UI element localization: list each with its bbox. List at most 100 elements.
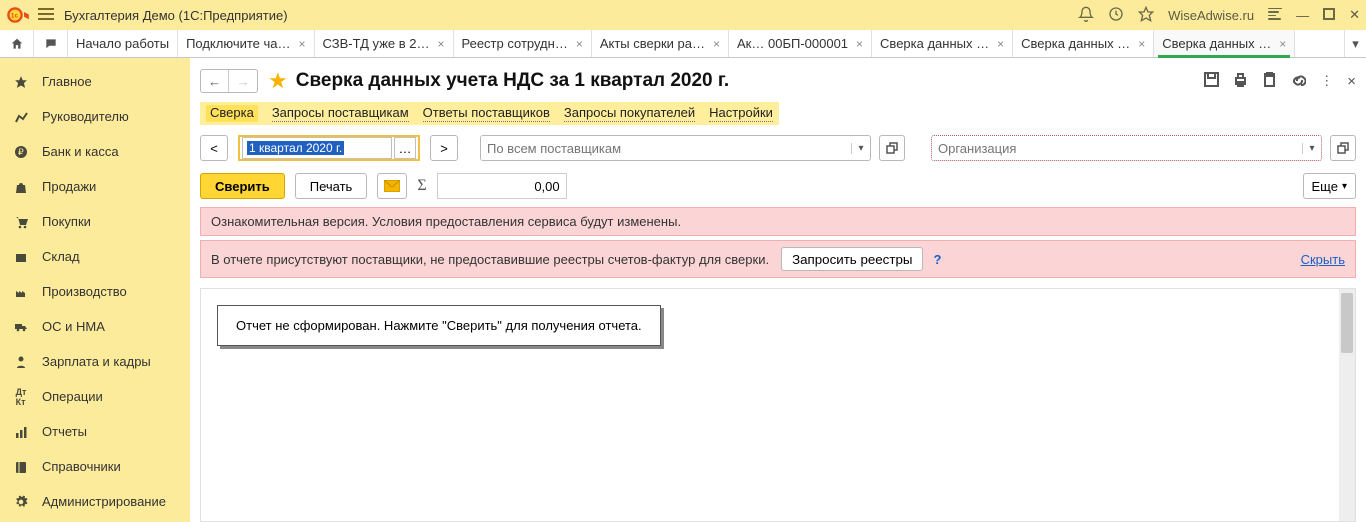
app-title: Бухгалтерия Демо (1С:Предприятие) [64,8,288,23]
supplier-dropdown-icon[interactable]: ▾ [851,143,870,154]
tab[interactable]: Сверка данных …× [1013,30,1154,57]
tab-close-icon[interactable]: × [713,37,720,51]
hide-link[interactable]: Скрыть [1301,252,1345,267]
tab[interactable]: Начало работы [68,30,178,57]
subtab[interactable]: Ответы поставщиков [423,105,550,122]
period-prev[interactable]: < [200,135,228,161]
subtab[interactable]: Сверка [206,105,258,122]
kebab-icon[interactable]: ⋮ [1320,73,1333,89]
report-message: Отчет не сформирован. Нажмите "Сверить" … [217,305,661,346]
panel-toggle-icon[interactable] [1268,6,1282,25]
tab[interactable]: СЗВ-ТД уже в 2…× [315,30,454,57]
org-open-button[interactable] [1330,135,1356,161]
sidebar-item-label: Главное [42,74,92,89]
sidebar-item-label: ОС и НМА [42,319,105,334]
subtab[interactable]: Запросы покупателей [564,105,695,122]
minimize-icon[interactable]: — [1296,8,1309,23]
sidebar-item-label: Операции [42,389,103,404]
tab[interactable]: Акты сверки ра…× [592,30,729,57]
sidebar-item[interactable]: Покупки [0,204,190,239]
period-next[interactable]: > [430,135,458,161]
tab-close-icon[interactable]: × [576,37,583,51]
sidebar-item[interactable]: Склад [0,239,190,274]
form-close-icon[interactable]: × [1347,73,1356,90]
bag-icon [12,180,30,194]
bars-icon [12,425,30,439]
cart-icon [12,215,30,229]
dtkt-icon: ДтКт [12,387,30,407]
sidebar-item[interactable]: Главное [0,64,190,99]
tab-close-icon[interactable]: × [997,37,1004,51]
sidebar-item[interactable]: Зарплата и кадры [0,344,190,379]
period-select-button[interactable]: … [394,137,416,159]
period-value: 1 квартал 2020 г. [247,141,344,155]
sidebar-item[interactable]: Руководителю [0,99,190,134]
sidebar-item[interactable]: Администрирование [0,484,190,519]
link-icon[interactable] [1291,72,1306,90]
form-title: Сверка данных учета НДС за 1 квартал 202… [296,70,729,92]
nav-forward: → [229,70,257,92]
sidebar-item-label: Справочники [42,459,121,474]
subtab[interactable]: Запросы поставщикам [272,105,409,122]
sidebar-item-label: Зарплата и кадры [42,354,151,369]
sidebar-item[interactable]: ДтКт Операции [0,379,190,414]
maximize-icon[interactable] [1323,8,1335,23]
mail-button[interactable] [377,173,407,199]
tabs-dropdown[interactable]: ▾ [1344,30,1366,57]
tab[interactable]: Ак… 00БП-000001× [729,30,872,57]
history-icon[interactable] [1108,6,1124,25]
tab-close-icon[interactable]: × [856,37,863,51]
info-banner-2: В отчете присутствуют поставщики, не пре… [200,240,1356,278]
tab-close-icon[interactable]: × [437,37,444,51]
tab[interactable]: Сверка данных …× [1154,30,1295,57]
tab[interactable]: Сверка данных …× [872,30,1013,57]
truck-icon [12,320,30,334]
book-icon [12,460,30,474]
sidebar-item-label: Банк и касса [42,144,119,159]
tab[interactable]: Подключите ча…× [178,30,314,57]
sidebar-item[interactable]: Производство [0,274,190,309]
help-icon[interactable]: ? [933,252,941,267]
ruble-icon: ₽ [12,145,30,159]
tab-close-icon[interactable]: × [1279,37,1286,51]
bell-icon[interactable] [1078,6,1094,25]
app-logo: 1c [6,5,30,25]
star-icon[interactable] [1138,6,1154,25]
discuss-tab[interactable] [34,30,68,57]
sidebar-item-label: Отчеты [42,424,87,439]
close-icon[interactable]: ✕ [1349,7,1360,23]
tab[interactable]: Реестр сотрудн…× [454,30,592,57]
period-field[interactable]: 1 квартал 2020 г. … [238,135,420,161]
more-button[interactable]: Еще▾ [1303,173,1356,199]
print-icon[interactable] [1233,72,1248,90]
org-combo[interactable] [932,136,1302,160]
menu-icon[interactable] [38,7,54,24]
sidebar-item[interactable]: Отчеты [0,414,190,449]
factory-icon [12,285,30,299]
svg-text:₽: ₽ [18,147,24,157]
site-link[interactable]: WiseAdwise.ru [1168,8,1254,23]
request-registries-button[interactable]: Запросить реестры [781,247,923,271]
sidebar-item[interactable]: Справочники [0,449,190,484]
print-button[interactable]: Печать [295,173,368,199]
supplier-combo[interactable] [481,136,851,160]
nav-back[interactable]: ← [201,70,229,92]
save-icon[interactable] [1204,72,1219,90]
home-tab[interactable] [0,30,34,57]
tab-close-icon[interactable]: × [1138,37,1145,51]
scrollbar[interactable] [1339,289,1355,521]
sidebar-item-label: Продажи [42,179,96,194]
chart-icon [12,110,30,124]
gear-icon [12,495,30,509]
report-area: Отчет не сформирован. Нажмите "Сверить" … [200,288,1356,522]
sidebar-item[interactable]: ОС и НМА [0,309,190,344]
org-dropdown-icon[interactable]: ▾ [1302,143,1321,154]
tab-close-icon[interactable]: × [299,37,306,51]
sidebar-item[interactable]: Продажи [0,169,190,204]
sidebar-item[interactable]: ₽ Банк и касса [0,134,190,169]
verify-button[interactable]: Сверить [200,173,285,199]
subtab[interactable]: Настройки [709,105,773,122]
supplier-open-button[interactable] [879,135,905,161]
clipboard-icon[interactable] [1262,72,1277,90]
favorite-star-icon[interactable]: ★ [268,68,288,94]
